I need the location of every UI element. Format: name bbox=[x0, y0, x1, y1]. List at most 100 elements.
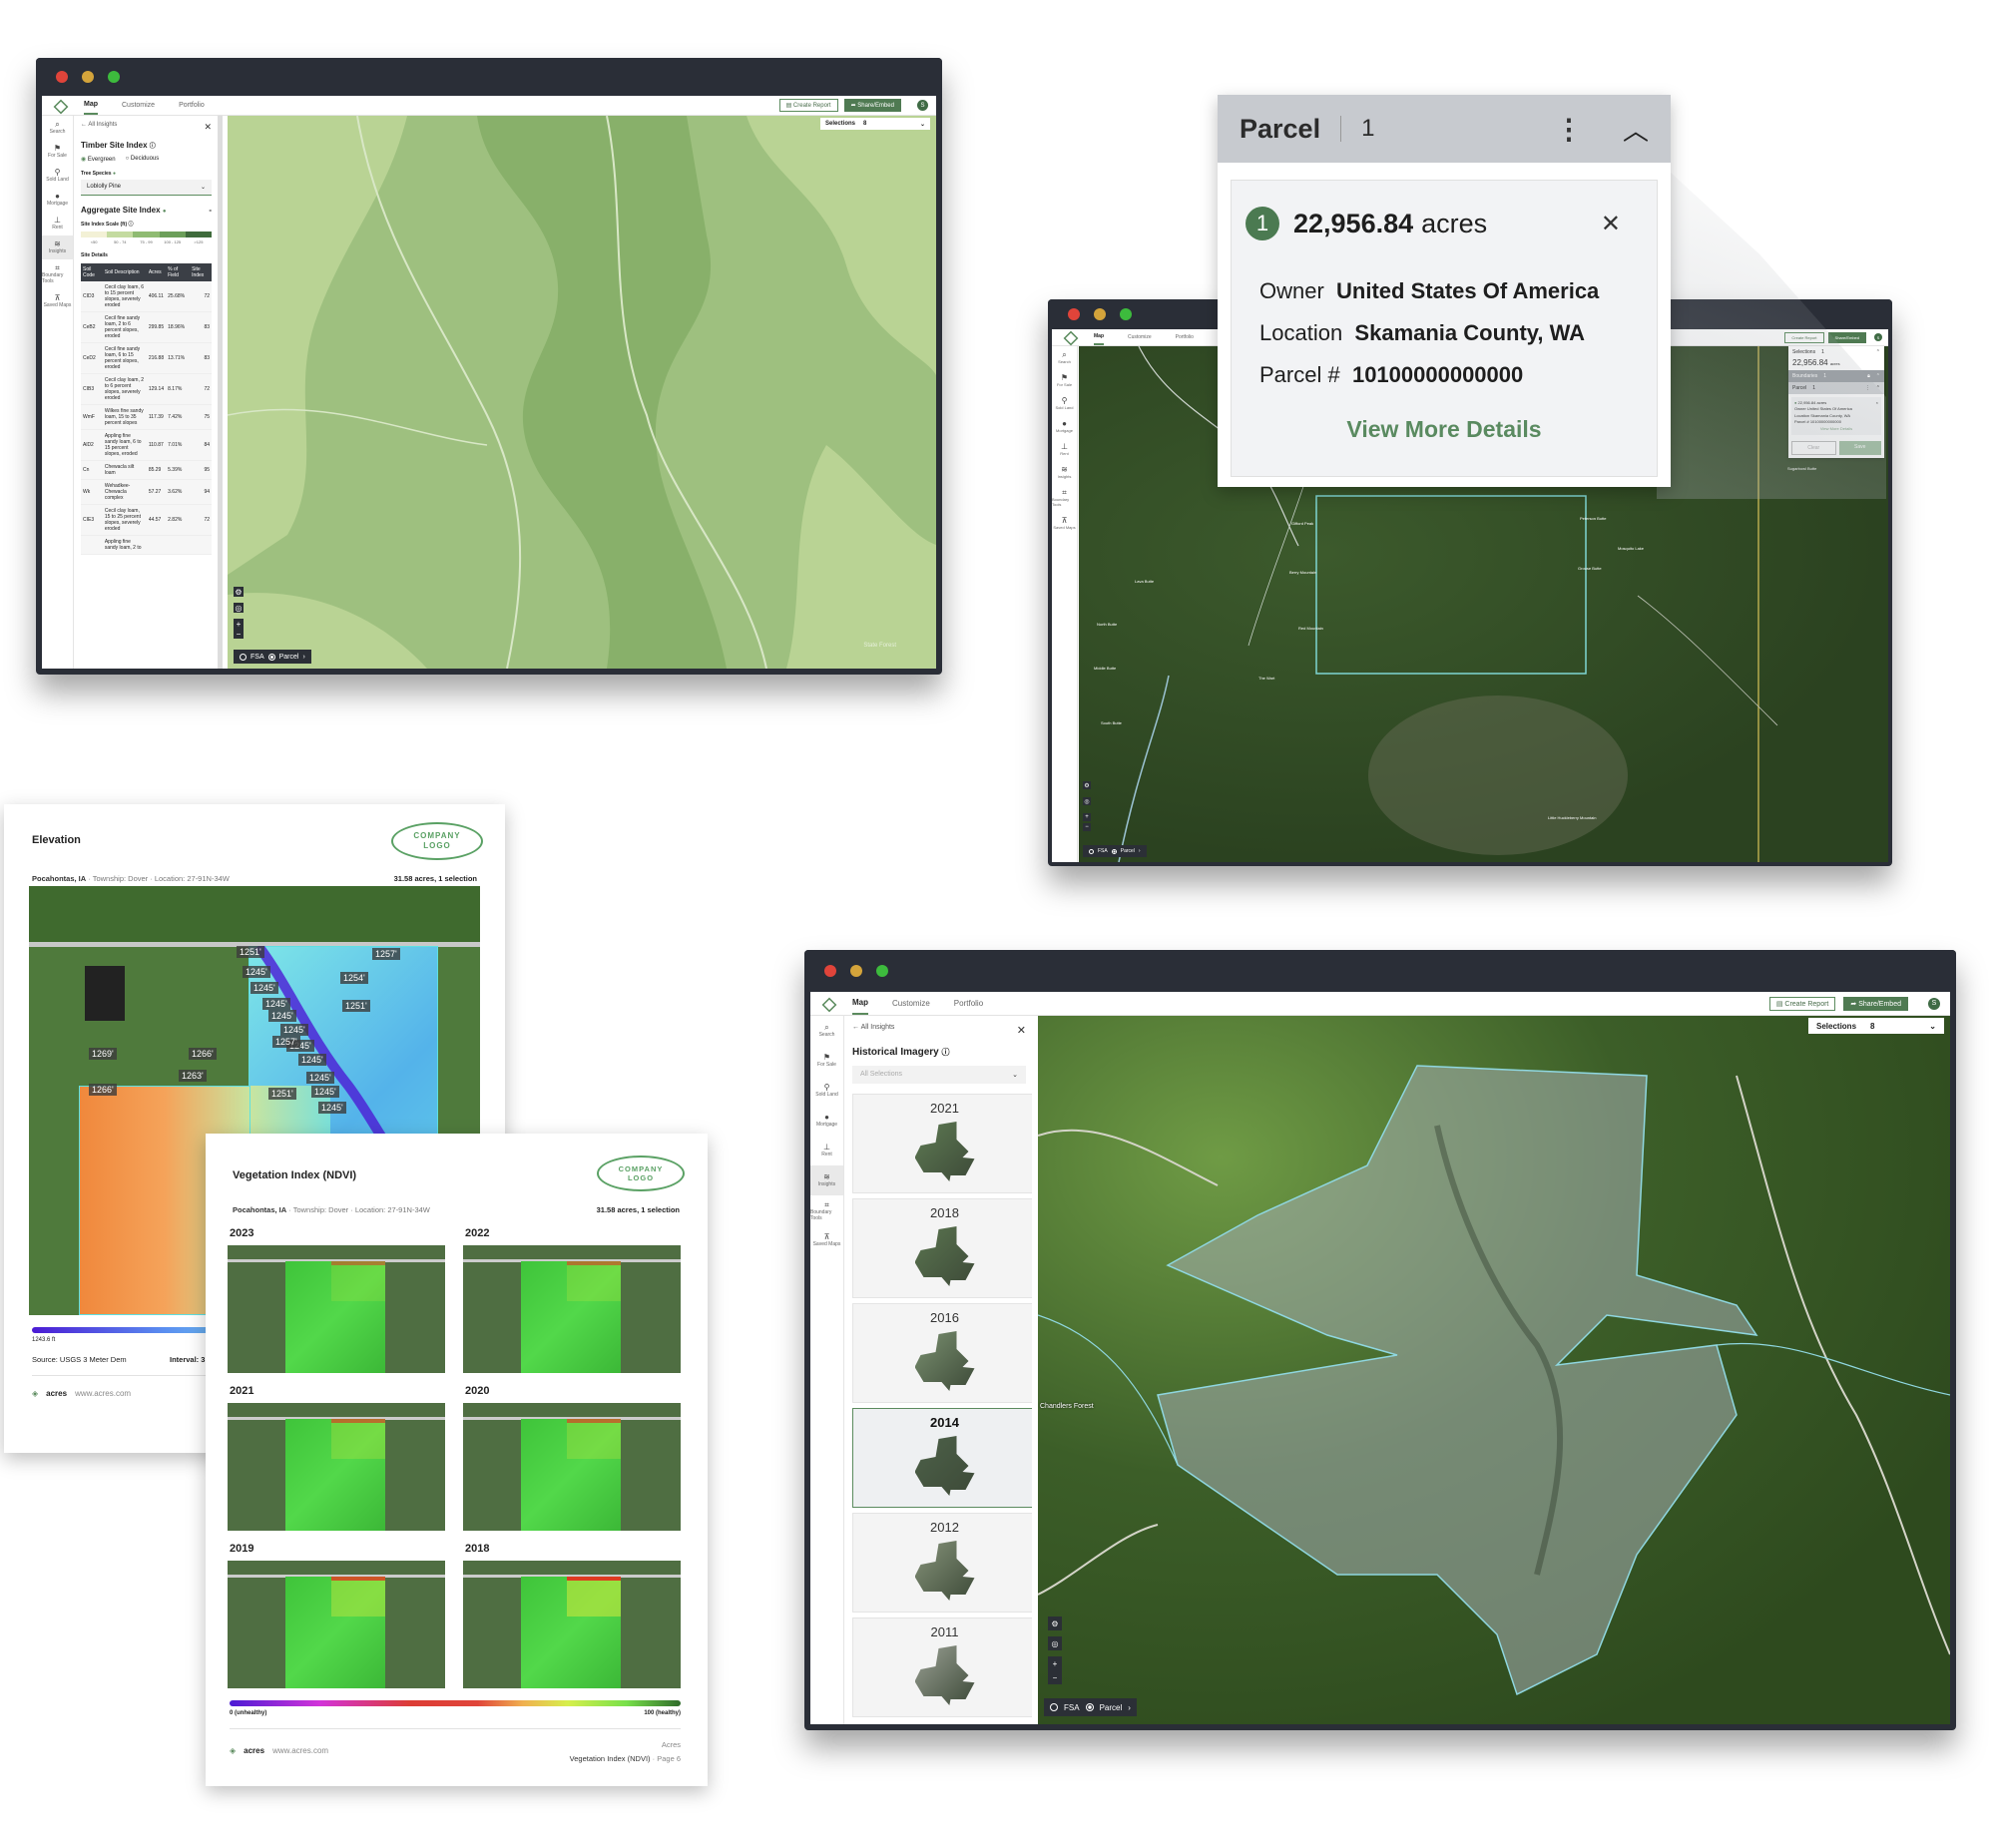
chevron-right-icon[interactable]: › bbox=[302, 654, 304, 661]
tab-portfolio[interactable]: Portfolio bbox=[179, 96, 205, 115]
ndvi-thumbnail[interactable] bbox=[463, 1245, 681, 1373]
close-icon[interactable]: ✕ bbox=[204, 122, 212, 133]
settings-button[interactable]: ⚙ bbox=[1048, 1617, 1062, 1630]
maximize-window-button[interactable] bbox=[108, 71, 120, 83]
zoom-out-button[interactable]: − bbox=[1083, 823, 1091, 831]
user-avatar[interactable]: S bbox=[1874, 333, 1882, 341]
close-icon[interactable]: ✕ bbox=[1601, 210, 1621, 238]
imagery-card-2021[interactable]: 2021 bbox=[852, 1094, 1032, 1193]
tab-portfolio[interactable]: Portfolio bbox=[954, 992, 983, 1015]
table-row[interactable]: CIE3 Cecil clay loam, 15 to 25 percent sl… bbox=[81, 504, 212, 536]
locate-button[interactable]: ◎ bbox=[1048, 1636, 1062, 1650]
parcel-popup-header[interactable]: Parcel 1 ⋮ ︿ bbox=[1218, 95, 1671, 163]
table-row[interactable]: CeB2 Cecil fine sandy loam, 2 to 6 percen… bbox=[81, 311, 212, 343]
table-row[interactable]: CeD2 Cecil fine sandy loam, 6 to 15 perce… bbox=[81, 342, 212, 374]
table-row[interactable]: CID3 Cecil clay loam, 6 to 15 percent slo… bbox=[81, 281, 212, 312]
rail-search[interactable]: ⌕ Search bbox=[1052, 346, 1077, 369]
rail-for-sale[interactable]: ⚑ For Sale bbox=[810, 1046, 843, 1076]
rail-saved-maps[interactable]: ⊼ Saved Maps bbox=[42, 289, 73, 313]
rail-saved-maps[interactable]: ⊼ Saved Maps bbox=[1052, 512, 1077, 535]
layer-toggle[interactable]: FSA Parcel › bbox=[1083, 845, 1147, 857]
zoom-out-button[interactable]: − bbox=[234, 629, 244, 639]
share-embed-button[interactable]: ➦ Share/Embed bbox=[843, 99, 901, 112]
rail-rent[interactable]: ⊥ Rent bbox=[1052, 438, 1077, 461]
settings-button[interactable]: ⚙ bbox=[234, 587, 244, 597]
imagery-card-2012[interactable]: 2012 bbox=[852, 1513, 1032, 1613]
minimize-window-button[interactable] bbox=[82, 71, 94, 83]
close-window-button[interactable] bbox=[56, 71, 68, 83]
rail-insights[interactable]: ≋ Insights bbox=[1052, 461, 1077, 484]
radio-parcel[interactable] bbox=[1085, 1703, 1094, 1711]
imagery-card-2018[interactable]: 2018 bbox=[852, 1198, 1032, 1298]
table-row[interactable]: Appling fine sandy loam, 2 to bbox=[81, 535, 212, 555]
ndvi-thumbnail[interactable] bbox=[463, 1403, 681, 1531]
locate-button[interactable]: ◎ bbox=[234, 603, 244, 613]
info-icon[interactable]: ⓘ bbox=[942, 1048, 950, 1057]
rail-for-sale[interactable]: ⚑ For Sale bbox=[1052, 369, 1077, 392]
tab-customize[interactable]: Customize bbox=[892, 992, 930, 1015]
selections-bar[interactable]: Selections 8 ⌄ bbox=[1808, 1018, 1944, 1034]
tab-customize[interactable]: Customize bbox=[122, 96, 155, 115]
layer-toggle[interactable]: FSA Parcel › bbox=[1044, 1698, 1137, 1716]
tab-map[interactable]: Map bbox=[84, 96, 98, 115]
rail-sold-land[interactable]: ⚲ Sold Land bbox=[1052, 392, 1077, 415]
zoom-out-button[interactable]: − bbox=[1048, 1670, 1062, 1684]
map-canvas[interactable]: State Forest Selections 8 ⌄ ⚙ ◎ + − FSA Pa… bbox=[228, 116, 936, 669]
user-avatar[interactable]: S bbox=[917, 100, 928, 111]
col-soil-code[interactable]: Soil Code bbox=[81, 263, 103, 281]
table-row[interactable]: AlD2 Appling fine sandy loam, 6 to 15 per… bbox=[81, 429, 212, 461]
rail-sold-land[interactable]: ⚲ Sold Land bbox=[42, 164, 73, 188]
imagery-card-2011[interactable]: 2011 bbox=[852, 1617, 1032, 1717]
selections-bar[interactable]: Selections 8 ⌄ bbox=[820, 118, 930, 130]
rail-mortgage[interactable]: ● Mortgage bbox=[810, 1106, 843, 1136]
chevron-right-icon[interactable]: › bbox=[1139, 848, 1141, 854]
back-link[interactable]: ← All Insights bbox=[852, 1024, 894, 1037]
col-pct-field[interactable]: % of Field bbox=[166, 263, 191, 281]
zoom-in-button[interactable]: + bbox=[1048, 1656, 1062, 1670]
acres-logo-icon[interactable] bbox=[820, 997, 834, 1011]
locate-button[interactable]: ◎ bbox=[1083, 797, 1091, 805]
rail-mortgage[interactable]: ● Mortgage bbox=[42, 188, 73, 212]
rail-search[interactable]: ⌕ Search bbox=[810, 1016, 843, 1046]
maximize-window-button[interactable] bbox=[1120, 308, 1132, 320]
table-row[interactable]: Wk Wehadkee-Chewacla complex 57.27 3.62% 94 bbox=[81, 479, 212, 505]
ndvi-thumbnail[interactable] bbox=[228, 1403, 445, 1531]
acres-logo-icon[interactable] bbox=[1062, 330, 1076, 344]
back-link[interactable]: ← All Insights bbox=[81, 122, 117, 133]
rail-boundary-tools[interactable]: ⌗ Boundary Tools bbox=[1052, 484, 1077, 512]
close-icon[interactable]: ✕ bbox=[1017, 1024, 1026, 1037]
rail-boundary-tools[interactable]: ⌗ Boundary Tools bbox=[42, 259, 73, 289]
radio-fsa[interactable] bbox=[1089, 848, 1094, 854]
chevron-up-icon[interactable]: ︿ bbox=[1623, 111, 1649, 148]
minimize-window-button[interactable] bbox=[850, 965, 862, 977]
radio-evergreen[interactable]: ◉ Evergreen bbox=[81, 156, 116, 163]
settings-button[interactable]: ⚙ bbox=[1083, 781, 1091, 789]
rail-rent[interactable]: ⊥ Rent bbox=[810, 1136, 843, 1165]
imagery-card-2014[interactable]: 2014 bbox=[852, 1408, 1032, 1508]
info-icon[interactable]: ⓘ bbox=[150, 144, 156, 150]
chevron-up-icon[interactable]: ⌃ bbox=[1876, 373, 1880, 379]
col-site-index[interactable]: Site Index bbox=[190, 263, 212, 281]
radio-parcel[interactable] bbox=[1111, 848, 1117, 854]
tab-portfolio[interactable]: Portfolio bbox=[1176, 329, 1194, 345]
rail-for-sale[interactable]: ⚑ For Sale bbox=[42, 140, 73, 164]
layer-toggle[interactable]: FSA Parcel › bbox=[234, 650, 311, 664]
col-soil-description[interactable]: Soil Description bbox=[102, 263, 147, 281]
table-row[interactable]: WmF Wilkes fine sandy loam, 15 to 35 perc… bbox=[81, 404, 212, 430]
minimize-window-button[interactable] bbox=[1094, 308, 1106, 320]
more-options-icon[interactable]: ⋮ bbox=[1555, 113, 1583, 146]
tab-map[interactable]: Map bbox=[852, 992, 868, 1015]
imagery-card-2016[interactable]: 2016 bbox=[852, 1303, 1032, 1403]
close-window-button[interactable] bbox=[824, 965, 836, 977]
rail-insights[interactable]: ≋ Insights bbox=[810, 1165, 843, 1195]
rail-rent[interactable]: ⊥ Rent bbox=[42, 212, 73, 235]
map-canvas[interactable]: Chandlers Forest Selections 8 ⌄ ⚙ ◎ + − FS… bbox=[1038, 1016, 1950, 1724]
user-avatar[interactable]: S bbox=[1928, 997, 1940, 1010]
rail-mortgage[interactable]: ● Mortgage bbox=[1052, 415, 1077, 438]
view-more-details-link[interactable]: View More Details bbox=[1246, 416, 1643, 443]
close-window-button[interactable] bbox=[1068, 308, 1080, 320]
rail-boundary-tools[interactable]: ⌗ Boundary Tools bbox=[810, 1195, 843, 1227]
ndvi-thumbnail[interactable] bbox=[228, 1561, 445, 1688]
tree-species-select[interactable]: Loblolly Pine ⌄ bbox=[81, 180, 212, 196]
create-report-button[interactable]: ▤ Create Report bbox=[1768, 996, 1836, 1011]
